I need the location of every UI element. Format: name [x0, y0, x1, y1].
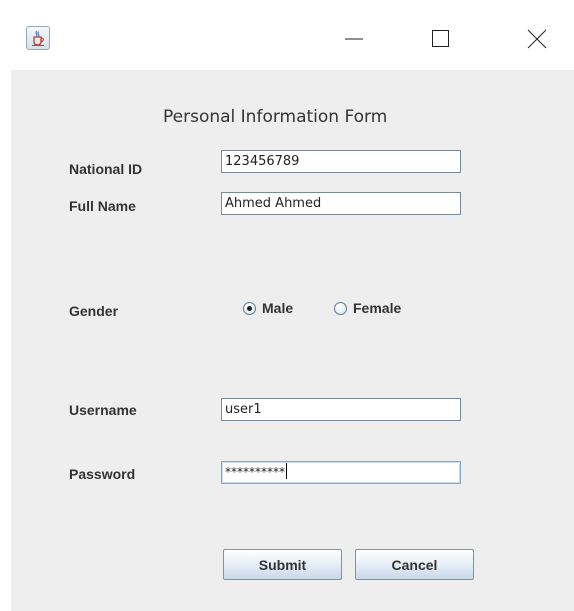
- form-title: Personal Information Form: [163, 107, 388, 127]
- gender-female-label: Female: [353, 300, 402, 316]
- cancel-button[interactable]: Cancel: [355, 549, 474, 580]
- close-button[interactable]: [514, 20, 560, 58]
- national-id-field[interactable]: 123456789: [221, 150, 461, 173]
- maximize-button[interactable]: [417, 20, 463, 58]
- national-id-label: National ID: [69, 161, 143, 177]
- gender-label: Gender: [69, 303, 119, 319]
- password-field[interactable]: **********: [221, 461, 461, 484]
- password-label: Password: [69, 466, 136, 482]
- password-masked-value: **********: [225, 465, 285, 479]
- minimize-icon: [345, 38, 363, 40]
- radio-selected-icon: [243, 301, 256, 315]
- minimize-button[interactable]: [331, 20, 377, 58]
- username-field[interactable]: user1: [221, 398, 461, 421]
- full-name-field[interactable]: Ahmed Ahmed: [221, 192, 461, 215]
- maximize-icon: [432, 30, 449, 47]
- java-cup-icon[interactable]: [26, 26, 50, 50]
- gender-male-label: Male: [262, 300, 294, 316]
- radio-unselected-icon: [334, 301, 347, 315]
- text-caret: [286, 463, 287, 479]
- close-icon: [527, 29, 547, 49]
- gender-male-radio[interactable]: Male: [243, 300, 293, 316]
- username-label: Username: [69, 402, 137, 418]
- title-bar: [0, 0, 574, 70]
- submit-button[interactable]: Submit: [223, 549, 342, 580]
- full-name-label: Full Name: [69, 198, 136, 214]
- gender-female-radio[interactable]: Female: [334, 300, 401, 316]
